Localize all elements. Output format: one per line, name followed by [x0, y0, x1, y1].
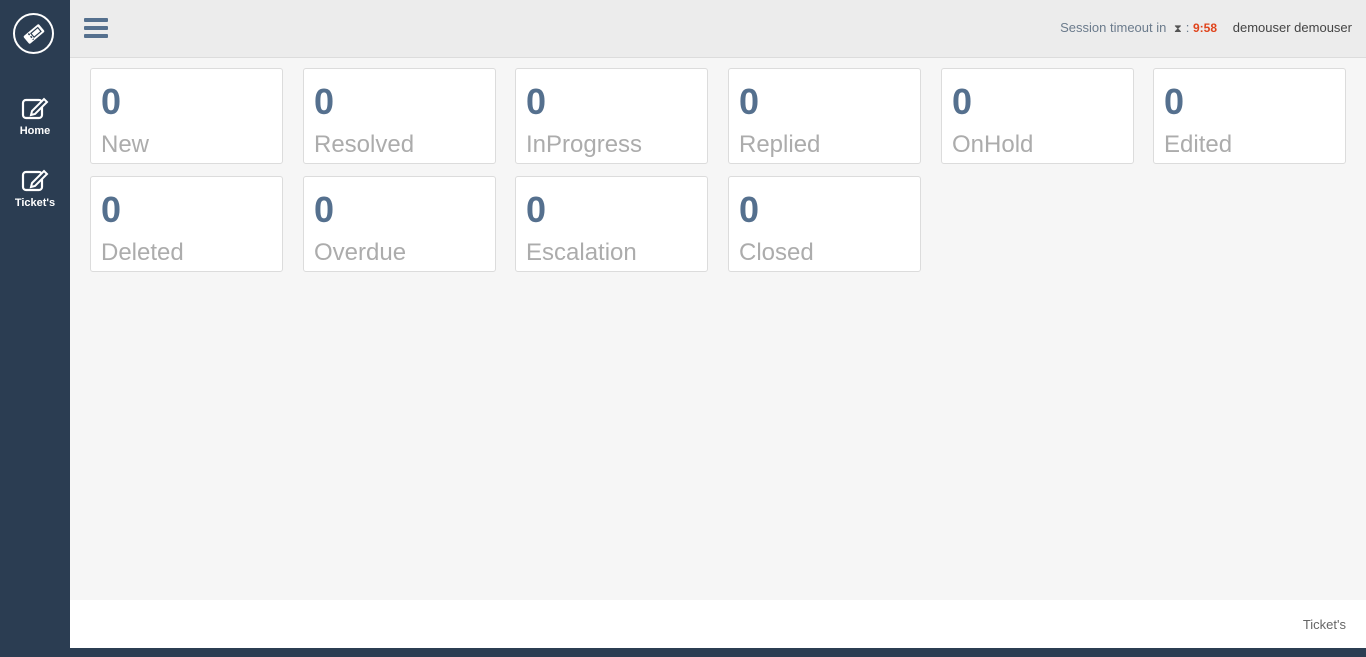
- sidebar-item-label: Ticket's: [14, 197, 56, 209]
- card-label: Deleted: [101, 239, 184, 266]
- card-label: OnHold: [952, 131, 1034, 158]
- card-label: New: [101, 131, 150, 158]
- card-count: 0: [101, 189, 122, 230]
- card-onhold[interactable]: 0 OnHold: [941, 68, 1134, 164]
- card-overdue[interactable]: 0 Overdue: [303, 176, 496, 272]
- hourglass-icon: ⧗: [1173, 23, 1182, 35]
- card-replied[interactable]: 0 Replied: [728, 68, 921, 164]
- card-count: 0: [739, 81, 760, 122]
- card-resolved[interactable]: 0 Resolved: [303, 68, 496, 164]
- main-content: Session timeout in ⧗: 9:58 demouser demo…: [70, 0, 1366, 648]
- edit-icon: [21, 169, 49, 192]
- card-edited[interactable]: 0 Edited: [1153, 68, 1346, 164]
- card-count: 0: [1164, 81, 1185, 122]
- card-count: 0: [314, 81, 335, 122]
- card-label: InProgress: [526, 131, 643, 158]
- session-label: Session timeout in: [1060, 20, 1167, 35]
- card-closed[interactable]: 0 Closed: [728, 176, 921, 272]
- card-label: Closed: [739, 239, 814, 266]
- card-count: 0: [739, 189, 760, 230]
- session-separator: :: [1185, 20, 1190, 35]
- ticket-logo-icon[interactable]: [13, 13, 54, 54]
- footer-text: Ticket's: [1302, 617, 1346, 632]
- session-timer: 9:58: [1192, 21, 1217, 35]
- card-new[interactable]: 0 New: [90, 68, 283, 164]
- card-count: 0: [952, 81, 973, 122]
- card-count: 0: [526, 189, 547, 230]
- card-deleted[interactable]: 0 Deleted: [90, 176, 283, 272]
- user-name[interactable]: demouser demouser: [1233, 20, 1352, 35]
- hamburger-menu-icon[interactable]: [84, 18, 108, 38]
- sidebar-item-label: Home: [19, 125, 51, 137]
- card-label: Resolved: [314, 131, 415, 158]
- sidebar-item-tickets[interactable]: Ticket's: [0, 167, 70, 209]
- footer: Ticket's: [70, 600, 1366, 648]
- card-count: 0: [314, 189, 335, 230]
- edit-icon: [21, 97, 49, 120]
- card-count: 0: [526, 81, 547, 122]
- sidebar-item-home[interactable]: Home: [0, 95, 70, 137]
- top-bar: Session timeout in ⧗: 9:58 demouser demo…: [70, 0, 1366, 58]
- card-inprogress[interactable]: 0 InProgress: [515, 68, 708, 164]
- session-timeout: Session timeout in ⧗: 9:58: [1060, 20, 1217, 36]
- card-label: Replied: [739, 131, 821, 158]
- card-label: Edited: [1164, 131, 1233, 158]
- card-count: 0: [101, 81, 122, 122]
- card-escalation[interactable]: 0 Escalation: [515, 176, 708, 272]
- sidebar: Home Ticket's: [0, 0, 70, 657]
- card-label: Escalation: [526, 239, 637, 266]
- card-label: Overdue: [314, 239, 407, 266]
